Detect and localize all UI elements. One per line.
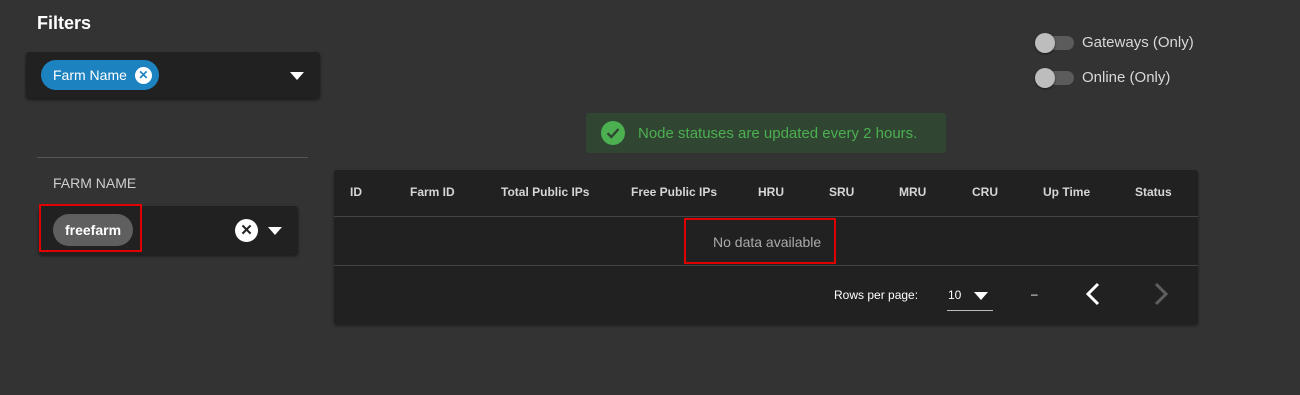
- highlight-box: [39, 204, 142, 252]
- header-divider: [334, 216, 1198, 217]
- footer-divider: [334, 265, 1198, 266]
- chip-label: Farm Name: [53, 67, 127, 83]
- caret-down-icon[interactable]: [290, 72, 304, 80]
- page-range-text: –: [1031, 287, 1038, 301]
- column-header-cru[interactable]: CRU: [972, 185, 998, 199]
- column-header-up-time[interactable]: Up Time: [1043, 185, 1090, 199]
- highlight-box: [684, 218, 836, 264]
- chevron-right-icon[interactable]: [1150, 282, 1170, 311]
- caret-down-icon[interactable]: [268, 227, 282, 235]
- filters-title: Filters: [37, 13, 92, 33]
- column-header-sru[interactable]: SRU: [829, 185, 854, 199]
- farm-name-select[interactable]: freefarm ✕: [39, 204, 298, 254]
- chevron-left-icon[interactable]: [1084, 282, 1104, 311]
- gateways-toggle-label: Gateways (Only): [1082, 34, 1194, 51]
- gateways-toggle[interactable]: Gateways (Only): [1035, 32, 1194, 53]
- farm-name-filter-chip[interactable]: Farm Name ✕: [41, 60, 159, 90]
- close-icon[interactable]: ✕: [134, 66, 152, 84]
- status-banner: Node statuses are updated every 2 hours.: [586, 113, 946, 153]
- column-header-status[interactable]: Status: [1135, 185, 1172, 199]
- toggle-switch[interactable]: [1035, 67, 1074, 88]
- online-toggle-label: Online (Only): [1082, 69, 1171, 86]
- column-header-id[interactable]: ID: [350, 185, 362, 199]
- rows-per-page-label: Rows per page:: [834, 288, 919, 302]
- column-header-hru[interactable]: HRU: [758, 185, 784, 199]
- filter-select[interactable]: Farm Name ✕: [26, 52, 320, 98]
- rows-per-page-select[interactable]: 10: [947, 282, 993, 311]
- rows-per-page-value: 10: [948, 288, 962, 302]
- nodes-table: ID Farm ID Total Public IPs Free Public …: [334, 170, 1198, 324]
- close-icon[interactable]: ✕: [235, 219, 258, 242]
- column-header-farm-id[interactable]: Farm ID: [410, 185, 455, 199]
- check-circle-icon: [601, 121, 625, 145]
- status-banner-text: Node statuses are updated every 2 hours.: [638, 124, 918, 142]
- divider: [37, 157, 308, 158]
- column-header-mru[interactable]: MRU: [899, 185, 926, 199]
- column-header-total-public-ips[interactable]: Total Public IPs: [501, 185, 589, 199]
- toggle-switch[interactable]: [1035, 32, 1074, 53]
- online-toggle[interactable]: Online (Only): [1035, 67, 1171, 88]
- caret-down-icon[interactable]: [974, 292, 988, 300]
- farm-name-label: FARM NAME: [53, 175, 137, 191]
- column-header-free-public-ips[interactable]: Free Public IPs: [631, 185, 717, 199]
